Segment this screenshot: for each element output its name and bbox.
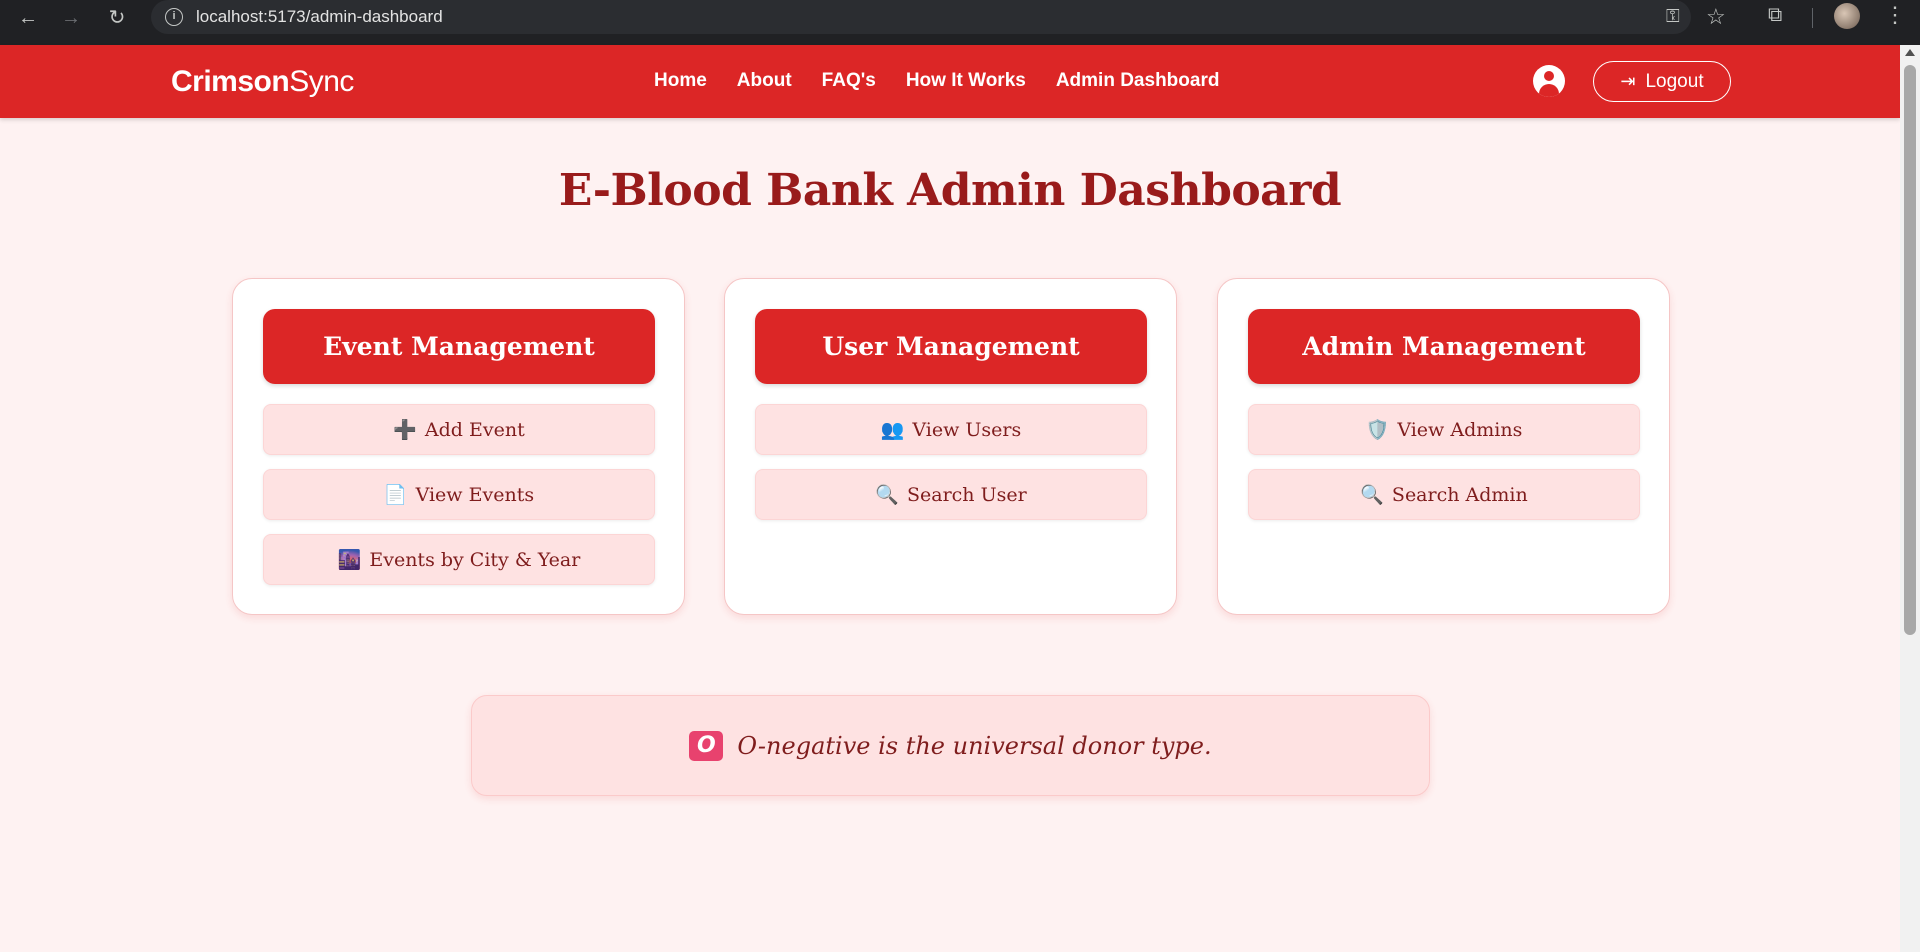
admin-management-card: Admin Management 🛡️ View Admins 🔍 Search…: [1217, 278, 1670, 615]
plus-icon: ➕: [393, 419, 417, 441]
nav-link-about[interactable]: About: [737, 70, 792, 92]
page-title: E-Blood Bank Admin Dashboard: [558, 165, 1342, 216]
user-profile-icon[interactable]: [1533, 65, 1565, 97]
o-blood-type-icon: O: [689, 730, 724, 761]
url-text[interactable]: localhost:5173/admin-dashboard: [196, 7, 443, 27]
users-icon: 👥: [880, 419, 905, 441]
toolbar-divider: [1812, 8, 1813, 28]
fact-text: O-negative is the universal donor type.: [737, 731, 1212, 760]
search-icon: 🔍: [1360, 484, 1384, 506]
add-event-button[interactable]: ➕ Add Event: [263, 404, 655, 455]
address-bar[interactable]: i localhost:5173/admin-dashboard ⚿: [151, 0, 1691, 34]
brand-bold: Crimson: [171, 65, 290, 98]
button-label: View Events: [415, 483, 535, 506]
main-nav: Home About FAQ's How It Works Admin Dash…: [654, 70, 1249, 92]
site-info-icon[interactable]: i: [165, 8, 183, 26]
profile-avatar[interactable]: [1834, 3, 1860, 29]
search-icon: 🔍: [875, 484, 899, 506]
search-admin-button[interactable]: 🔍 Search Admin: [1248, 469, 1640, 520]
event-management-card: Event Management ➕ Add Event 📄 View Even…: [232, 278, 685, 615]
button-label: Search Admin: [1391, 483, 1528, 506]
forward-arrow-icon[interactable]: →: [57, 4, 85, 32]
view-events-button[interactable]: 📄 View Events: [263, 469, 655, 520]
button-label: View Admins: [1397, 418, 1523, 441]
browser-chrome: ← → ↻ i localhost:5173/admin-dashboard ⚿…: [0, 0, 1920, 45]
nav-link-home[interactable]: Home: [654, 70, 707, 92]
reload-icon[interactable]: ↻: [103, 4, 131, 32]
button-label: Search User: [906, 483, 1027, 506]
bookmark-star-icon[interactable]: ☆: [1706, 4, 1726, 30]
scrollbar-thumb[interactable]: [1904, 65, 1916, 635]
brand-logo[interactable]: CrimsonSync: [171, 65, 354, 99]
blood-fact-banner: O O-negative is the universal donor type…: [471, 695, 1430, 796]
user-management-card: User Management 👥 View Users 🔍 Search Us…: [724, 278, 1177, 615]
page-scrollbar[interactable]: [1900, 45, 1920, 952]
nav-link-admin-dashboard[interactable]: Admin Dashboard: [1056, 70, 1220, 92]
events-by-city-year-button[interactable]: 🌆 Events by City & Year: [263, 534, 655, 585]
app-navbar: CrimsonSync Home About FAQ's How It Work…: [0, 45, 1900, 118]
nav-link-faqs[interactable]: FAQ's: [822, 70, 876, 92]
view-admins-button[interactable]: 🛡️ View Admins: [1248, 404, 1640, 455]
extensions-icon[interactable]: ⧉: [1768, 4, 1782, 27]
password-key-icon[interactable]: ⚿: [1666, 6, 1680, 27]
shield-icon: 🛡️: [1365, 419, 1390, 441]
button-label: View Users: [912, 418, 1022, 441]
button-label: Events by City & Year: [369, 548, 581, 571]
scroll-up-arrow-icon[interactable]: [1905, 49, 1915, 56]
button-label: Add Event: [424, 418, 525, 441]
logout-icon: ⇥: [1620, 71, 1636, 91]
search-user-button[interactable]: 🔍 Search User: [755, 469, 1147, 520]
card-title: User Management: [755, 309, 1147, 384]
kebab-menu-icon[interactable]: ⋮: [1884, 2, 1906, 28]
document-icon: 📄: [383, 484, 408, 506]
brand-light: Sync: [289, 65, 354, 98]
view-users-button[interactable]: 👥 View Users: [755, 404, 1147, 455]
card-title: Event Management: [263, 309, 655, 384]
back-arrow-icon[interactable]: ←: [14, 4, 42, 32]
logout-button[interactable]: ⇥ Logout: [1593, 61, 1731, 102]
logout-label: Logout: [1645, 70, 1704, 92]
nav-link-how-it-works[interactable]: How It Works: [906, 70, 1026, 92]
cityscape-icon: 🌆: [337, 549, 362, 571]
card-title: Admin Management: [1248, 309, 1640, 384]
